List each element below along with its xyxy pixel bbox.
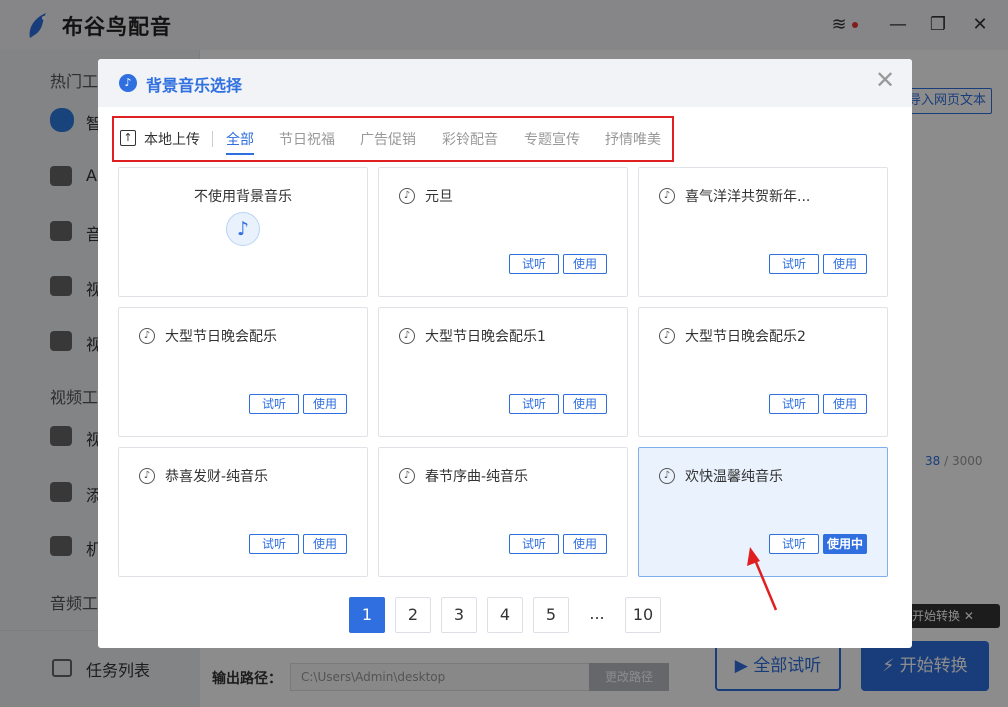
in-use-button[interactable]: 使用中 xyxy=(823,534,867,554)
music-card[interactable]: ♪ 恭喜发财-纯音乐 试听 使用 xyxy=(118,447,368,577)
music-name: 恭喜发财-纯音乐 xyxy=(165,469,269,485)
dialog-title: 背景音乐选择 xyxy=(146,76,243,95)
music-note-icon: ♪ xyxy=(119,74,137,92)
use-button[interactable]: 使用 xyxy=(563,394,607,414)
tab-festival[interactable]: 节日祝福 xyxy=(279,129,335,149)
upload-icon: ↑ xyxy=(120,130,136,146)
music-card[interactable]: ♪ 喜气洋洋共贺新年... 试听 使用 xyxy=(638,167,888,297)
tab-ads[interactable]: 广告促销 xyxy=(360,129,416,149)
bgm-dialog: ♪ 背景音乐选择 ✕ ↑ 本地上传 全部 节日祝福 广告促销 彩铃配音 专题宣传… xyxy=(98,59,912,648)
listen-button[interactable]: 试听 xyxy=(249,534,299,554)
listen-button[interactable]: 试听 xyxy=(509,534,559,554)
music-name: 喜气洋洋共贺新年... xyxy=(685,189,811,205)
category-tabs: ↑ 本地上传 全部 节日祝福 广告促销 彩铃配音 专题宣传 抒情唯美 xyxy=(112,116,674,162)
page-ellipsis: ... xyxy=(589,604,605,623)
music-note-icon: ♪ xyxy=(659,188,675,204)
music-name: 春节序曲-纯音乐 xyxy=(425,469,529,485)
page-button[interactable]: 1 xyxy=(349,597,385,633)
use-button[interactable]: 使用 xyxy=(303,534,347,554)
music-card[interactable]: ♪ 春节序曲-纯音乐 试听 使用 xyxy=(378,447,628,577)
listen-button[interactable]: 试听 xyxy=(249,394,299,414)
music-card[interactable]: ♪ 元旦 试听 使用 xyxy=(378,167,628,297)
listen-button[interactable]: 试听 xyxy=(769,534,819,554)
music-name: 元旦 xyxy=(425,189,453,205)
listen-button[interactable]: 试听 xyxy=(769,394,819,414)
page-button[interactable]: 10 xyxy=(625,597,661,633)
music-note-icon: ♪ xyxy=(399,468,415,484)
music-card[interactable]: ♪ 大型节日晚会配乐 试听 使用 xyxy=(118,307,368,437)
music-card-selected[interactable]: ♪ 欢快温馨纯音乐 试听 使用中 xyxy=(638,447,888,577)
music-note-icon: ♪ xyxy=(399,188,415,204)
use-button[interactable]: 使用 xyxy=(563,254,607,274)
music-name: 欢快温馨纯音乐 xyxy=(685,469,783,485)
music-note-icon: ♪ xyxy=(399,328,415,344)
music-card[interactable]: ♪ 大型节日晚会配乐2 试听 使用 xyxy=(638,307,888,437)
music-name: 大型节日晚会配乐1 xyxy=(425,329,546,345)
page-button[interactable]: 4 xyxy=(487,597,523,633)
use-button[interactable]: 使用 xyxy=(303,394,347,414)
music-note-icon: ♪ xyxy=(659,468,675,484)
page-button[interactable]: 3 xyxy=(441,597,477,633)
no-music-card[interactable]: 不使用背景音乐 ♪ xyxy=(118,167,368,297)
no-music-label: 不使用背景音乐 xyxy=(194,189,292,205)
music-note-icon: ♪ xyxy=(659,328,675,344)
music-note-icon: ♪ xyxy=(226,212,260,246)
music-note-icon: ♪ xyxy=(139,468,155,484)
use-button[interactable]: 使用 xyxy=(823,254,867,274)
page-button[interactable]: 2 xyxy=(395,597,431,633)
listen-button[interactable]: 试听 xyxy=(769,254,819,274)
page-button[interactable]: 5 xyxy=(533,597,569,633)
use-button[interactable]: 使用 xyxy=(823,394,867,414)
listen-button[interactable]: 试听 xyxy=(509,394,559,414)
dialog-close-button[interactable]: ✕ xyxy=(872,67,898,93)
listen-button[interactable]: 试听 xyxy=(509,254,559,274)
music-name: 大型节日晚会配乐2 xyxy=(685,329,806,345)
tab-all[interactable]: 全部 xyxy=(226,129,254,155)
tab-lyrical[interactable]: 抒情唯美 xyxy=(605,129,661,149)
tab-divider xyxy=(212,131,213,147)
music-name: 大型节日晚会配乐 xyxy=(165,329,277,345)
upload-label: 本地上传 xyxy=(144,132,200,148)
use-button[interactable]: 使用 xyxy=(563,534,607,554)
music-note-icon: ♪ xyxy=(139,328,155,344)
dialog-header: ♪ 背景音乐选择 ✕ xyxy=(98,59,912,107)
tab-promo[interactable]: 专题宣传 xyxy=(524,129,580,149)
music-card[interactable]: ♪ 大型节日晚会配乐1 试听 使用 xyxy=(378,307,628,437)
tab-ringtone[interactable]: 彩铃配音 xyxy=(442,129,498,149)
pagination: 1 2 3 4 5 ... 10 xyxy=(98,597,912,633)
